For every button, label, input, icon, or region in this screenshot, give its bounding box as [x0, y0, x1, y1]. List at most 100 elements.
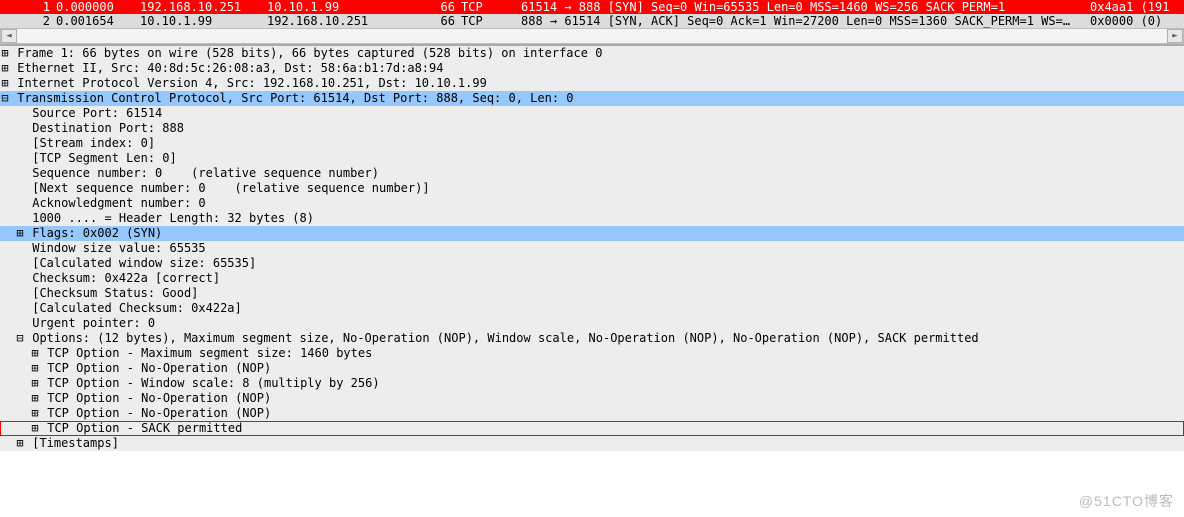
tree-row-label: Urgent pointer: 0: [25, 316, 155, 330]
expand-icon[interactable]: ⊞: [30, 406, 40, 421]
tree-row[interactable]: ⊞ Flags: 0x002 (SYN): [0, 226, 1184, 241]
col-len: 66: [395, 0, 455, 14]
tree-row[interactable]: ⊞ Ethernet II, Src: 40:8d:5c:26:08:a3, D…: [0, 61, 1184, 76]
tree-row-label: Transmission Control Protocol, Src Port:…: [10, 91, 574, 105]
tree-row[interactable]: ⊞ TCP Option - Window scale: 8 (multiply…: [0, 376, 1184, 391]
col-proto: TCP: [455, 0, 515, 14]
tree-row-label: Ethernet II, Src: 40:8d:5c:26:08:a3, Dst…: [10, 61, 443, 75]
tree-row-label: Source Port: 61514: [25, 106, 162, 120]
col-extra: 0x0000 (0): [1084, 14, 1184, 28]
no-expander: [15, 256, 25, 271]
tree-row-label: TCP Option - Window scale: 8 (multiply b…: [40, 376, 380, 390]
tree-row[interactable]: Window size value: 65535: [0, 241, 1184, 256]
tree-row-label: TCP Option - Maximum segment size: 1460 …: [40, 346, 372, 360]
tree-row[interactable]: ⊞ TCP Option - Maximum segment size: 146…: [0, 346, 1184, 361]
tree-row-label: 1000 .... = Header Length: 32 bytes (8): [25, 211, 314, 225]
packet-details-pane: ⊞ Frame 1: 66 bytes on wire (528 bits), …: [0, 45, 1184, 451]
col-info: 888 → 61514 [SYN, ACK] Seq=0 Ack=1 Win=2…: [515, 14, 1084, 28]
tree-row-label: TCP Option - No-Operation (NOP): [40, 391, 271, 405]
col-dst: 10.10.1.99: [265, 0, 395, 14]
tree-row-label: TCP Option - No-Operation (NOP): [40, 361, 271, 375]
no-expander: [15, 286, 25, 301]
no-expander: [15, 166, 25, 181]
no-expander: [15, 211, 25, 226]
no-expander: [15, 181, 25, 196]
scroll-right-icon[interactable]: ►: [1167, 29, 1183, 43]
no-expander: [15, 121, 25, 136]
tree-row[interactable]: 1000 .... = Header Length: 32 bytes (8): [0, 211, 1184, 226]
tree-row-label: [Timestamps]: [25, 436, 119, 450]
no-expander: [15, 271, 25, 286]
no-expander: [15, 151, 25, 166]
tree-row[interactable]: ⊟ Transmission Control Protocol, Src Por…: [0, 91, 1184, 106]
expand-icon[interactable]: ⊞: [0, 61, 10, 76]
tree-row[interactable]: Acknowledgment number: 0: [0, 196, 1184, 211]
tree-row-label: Flags: 0x002 (SYN): [25, 226, 162, 240]
tree-row-label: Checksum: 0x422a [correct]: [25, 271, 220, 285]
tree-row[interactable]: ⊞ TCP Option - No-Operation (NOP): [0, 391, 1184, 406]
tree-row-label: Sequence number: 0 (relative sequence nu…: [25, 166, 379, 180]
tree-row[interactable]: Source Port: 61514: [0, 106, 1184, 121]
no-expander: [15, 136, 25, 151]
tree-row[interactable]: ⊞ TCP Option - No-Operation (NOP): [0, 361, 1184, 376]
expand-icon[interactable]: ⊞: [30, 376, 40, 391]
tree-row[interactable]: ⊞ Internet Protocol Version 4, Src: 192.…: [0, 76, 1184, 91]
collapse-icon[interactable]: ⊟: [15, 331, 25, 346]
tree-row[interactable]: [Stream index: 0]: [0, 136, 1184, 151]
tree-row-label: TCP Option - No-Operation (NOP): [40, 406, 271, 420]
expand-icon[interactable]: ⊞: [15, 436, 25, 451]
tree-row[interactable]: [Next sequence number: 0 (relative seque…: [0, 181, 1184, 196]
tree-row[interactable]: ⊞ [Timestamps]: [0, 436, 1184, 451]
tree-row-label: [TCP Segment Len: 0]: [25, 151, 177, 165]
tree-row[interactable]: Destination Port: 888: [0, 121, 1184, 136]
packet-row[interactable]: 2 0.001654 10.10.1.99 192.168.10.251 66 …: [0, 14, 1184, 28]
watermark: @51CTO博客: [1079, 491, 1174, 511]
expand-icon[interactable]: ⊞: [0, 76, 10, 91]
tree-row[interactable]: ⊟ Options: (12 bytes), Maximum segment s…: [0, 331, 1184, 346]
tree-row[interactable]: ⊞ TCP Option - SACK permitted: [0, 421, 1184, 436]
collapse-icon[interactable]: ⊟: [0, 91, 10, 106]
packet-list-pane: 1 0.000000 192.168.10.251 10.10.1.99 66 …: [0, 0, 1184, 45]
no-expander: [15, 106, 25, 121]
col-dst: 192.168.10.251: [265, 14, 395, 28]
col-no: 1: [10, 0, 50, 14]
tree-row-label: Internet Protocol Version 4, Src: 192.16…: [10, 76, 487, 90]
expand-icon[interactable]: ⊞: [30, 346, 40, 361]
tree-row[interactable]: [TCP Segment Len: 0]: [0, 151, 1184, 166]
tree-row-label: Options: (12 bytes), Maximum segment siz…: [25, 331, 979, 345]
tree-row[interactable]: [Checksum Status: Good]: [0, 286, 1184, 301]
tree-row-label: [Checksum Status: Good]: [25, 286, 198, 300]
tree-row-label: [Next sequence number: 0 (relative seque…: [25, 181, 430, 195]
col-time: 0.000000: [50, 0, 130, 14]
col-time: 0.001654: [50, 14, 130, 28]
col-len: 66: [395, 14, 455, 28]
tree-row-label: Window size value: 65535: [25, 241, 206, 255]
tree-row[interactable]: [Calculated window size: 65535]: [0, 256, 1184, 271]
scroll-left-icon[interactable]: ◄: [1, 29, 17, 43]
expand-icon[interactable]: ⊞: [0, 46, 10, 61]
expand-icon[interactable]: ⊞: [30, 421, 40, 436]
packet-row[interactable]: 1 0.000000 192.168.10.251 10.10.1.99 66 …: [0, 0, 1184, 14]
no-expander: [15, 301, 25, 316]
tree-row[interactable]: Checksum: 0x422a [correct]: [0, 271, 1184, 286]
col-info: 61514 → 888 [SYN] Seq=0 Win=65535 Len=0 …: [515, 0, 1084, 14]
col-extra: 0x4aa1 (191: [1084, 0, 1184, 14]
tree-row[interactable]: ⊞ TCP Option - No-Operation (NOP): [0, 406, 1184, 421]
tree-row-label: Frame 1: 66 bytes on wire (528 bits), 66…: [10, 46, 602, 60]
tree-row[interactable]: ⊞ Frame 1: 66 bytes on wire (528 bits), …: [0, 46, 1184, 61]
no-expander: [15, 241, 25, 256]
tree-row-label: Destination Port: 888: [25, 121, 184, 135]
expand-icon[interactable]: ⊞: [15, 226, 25, 241]
scroll-track[interactable]: [17, 29, 1167, 43]
expand-icon[interactable]: ⊞: [30, 391, 40, 406]
tree-row[interactable]: Sequence number: 0 (relative sequence nu…: [0, 166, 1184, 181]
expand-icon[interactable]: ⊞: [30, 361, 40, 376]
no-expander: [15, 196, 25, 211]
tree-row[interactable]: [Calculated Checksum: 0x422a]: [0, 301, 1184, 316]
tree-row-label: [Calculated Checksum: 0x422a]: [25, 301, 242, 315]
tree-row[interactable]: Urgent pointer: 0: [0, 316, 1184, 331]
horizontal-scrollbar[interactable]: ◄ ►: [0, 28, 1184, 44]
tree-row-label: [Calculated window size: 65535]: [25, 256, 256, 270]
col-proto: TCP: [455, 14, 515, 28]
tree-row-label: Acknowledgment number: 0: [25, 196, 206, 210]
